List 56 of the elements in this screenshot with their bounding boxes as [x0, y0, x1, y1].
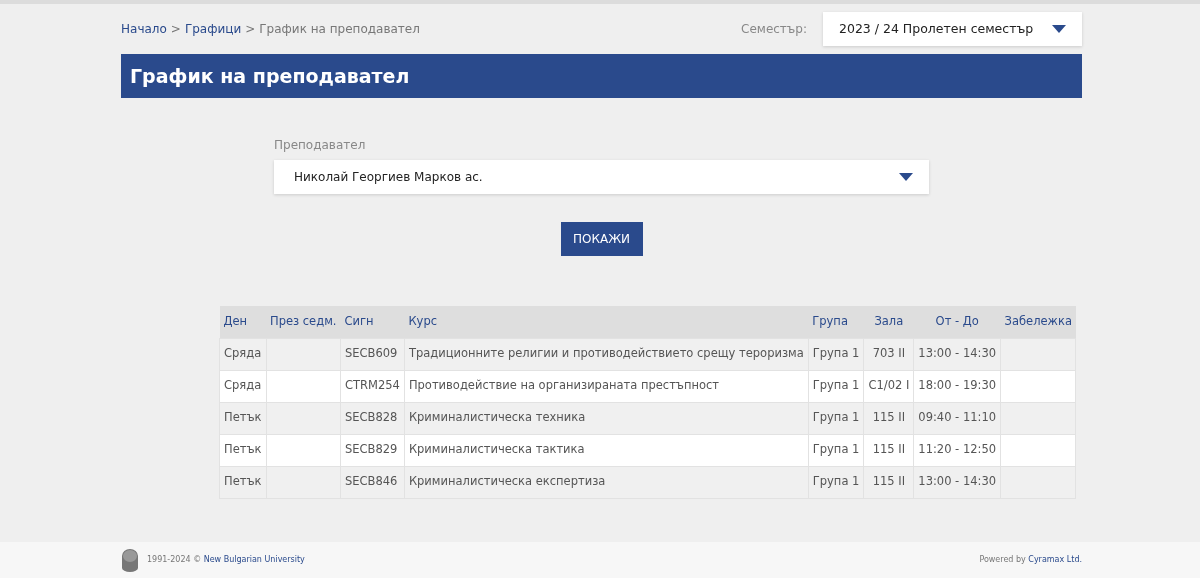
table-cell: Криминалистическа експертиза [408, 474, 606, 489]
table-cell: Група 1 [812, 378, 860, 393]
table-cell: 09:40 - 11:10 [918, 410, 997, 425]
table-cell: Петък [224, 474, 262, 489]
dropdown-arrow-icon [1052, 25, 1066, 33]
table-cell: SECB846 [345, 474, 398, 489]
table-cell: Петък [224, 410, 262, 425]
table-cell: Група 1 [812, 346, 860, 361]
show-button[interactable]: ПОКАЖИ [560, 222, 643, 256]
table-cell: 13:00 - 14:30 [918, 474, 997, 489]
breadcrumb-link[interactable]: Начало [121, 20, 167, 38]
table-cell: Група 1 [812, 474, 860, 489]
table-cell: Сряда [224, 378, 262, 393]
logo-icon [121, 548, 139, 572]
university-link[interactable]: New Bulgarian University [203, 555, 305, 564]
table-cell: SECB829 [345, 442, 398, 457]
column-header: Група [808, 306, 864, 338]
table-cell: Група 1 [812, 410, 860, 425]
column-header: От - До [913, 306, 1001, 338]
table-cell: Сряда [224, 346, 262, 361]
semester-label: Семестър: [741, 21, 807, 38]
powered-by-text: Powered by [979, 555, 1026, 564]
table-cell: Група 1 [812, 442, 860, 457]
table-cell: 11:20 - 12:50 [918, 442, 997, 457]
column-header: През седм. [266, 306, 341, 338]
semester-dropdown[interactable]: 2023 / 24 Пролетен семестър [823, 12, 1082, 46]
column-header: Сигн [340, 306, 405, 338]
page-title: График на преподавател [130, 63, 410, 89]
column-header: Забележка [1000, 306, 1076, 338]
column-header: Зала [863, 306, 914, 338]
breadcrumb-current: График на преподавател [259, 21, 420, 38]
column-header: Курс [404, 306, 809, 338]
table-cell: 13:00 - 14:30 [918, 346, 997, 361]
table-cell: Противодействие на организираната престъпност [408, 378, 720, 393]
table-cell: 115 II [872, 410, 906, 425]
table-cell: Традиционните религии и противодействието срещу тероризма [408, 346, 804, 361]
vendor-link[interactable]: Cyramax Ltd. [1028, 555, 1082, 564]
table-cell: CTRM254 [345, 378, 400, 393]
copyright-text: 1991-2024 © [147, 555, 202, 564]
breadcrumb-separator: > [245, 21, 256, 38]
table-cell: 115 II [872, 442, 906, 457]
table-cell: 703 II [872, 346, 906, 361]
breadcrumb-separator: > [170, 21, 181, 38]
lecturer-dropdown[interactable]: Николай Георгиев Марков ас. [274, 160, 929, 194]
table-cell: 18:00 - 19:30 [918, 378, 997, 393]
lecturer-label: Преподавател [274, 137, 367, 154]
table-cell: SECB609 [345, 346, 398, 361]
table-cell: 115 II [872, 474, 906, 489]
table-cell: SECB828 [345, 410, 398, 425]
column-header: Ден [219, 306, 266, 338]
table-cell: Криминалистическа тактика [408, 442, 585, 457]
table-cell: Криминалистическа техника [408, 410, 586, 425]
dropdown-arrow-icon [899, 173, 913, 181]
breadcrumb-link[interactable]: Графици [184, 20, 242, 38]
table-cell: Петък [224, 442, 262, 457]
table-cell: C1/02 I [868, 378, 910, 393]
